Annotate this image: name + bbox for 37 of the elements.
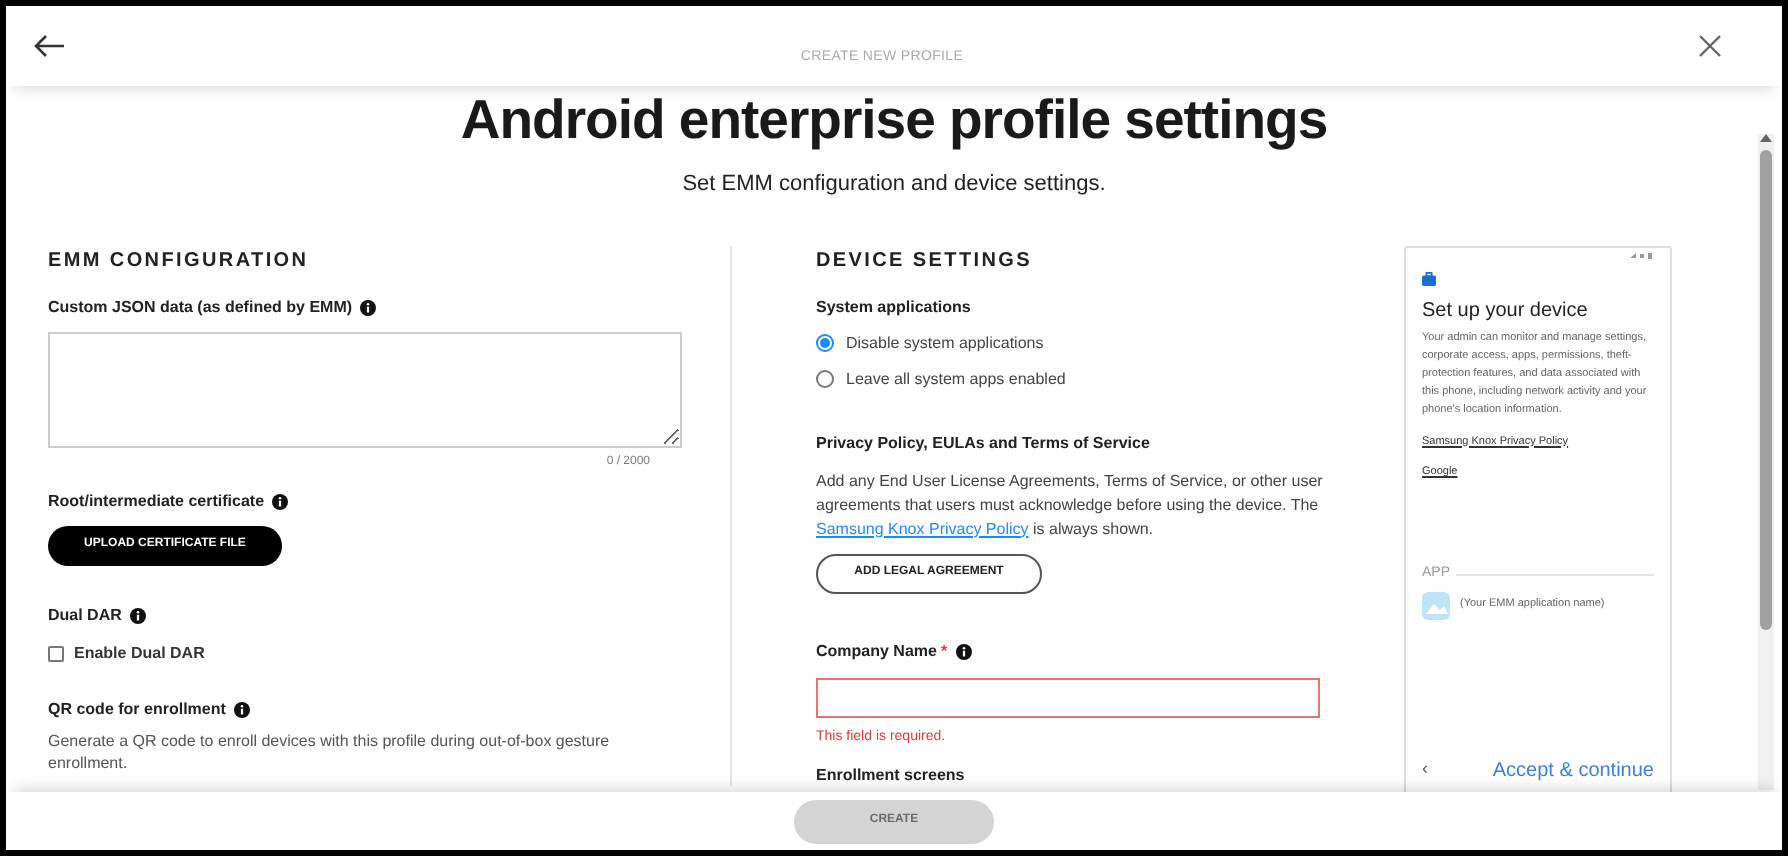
section-heading: DEVICE SETTINGS [816, 247, 1035, 275]
field-label: Privacy Policy, EULAs and Terms of Service [816, 431, 1152, 455]
status-bar-icons [1630, 251, 1654, 259]
info-icon [129, 607, 146, 623]
scroll-up-arrow-icon[interactable] [1760, 134, 1772, 142]
checkbox-label: Enable Dual DAR [74, 641, 205, 665]
checkbox[interactable] [48, 645, 64, 661]
field-label: Company Name * [816, 639, 1412, 663]
info-icon [360, 299, 377, 315]
back-chevron[interactable]: ‹ [1422, 756, 1428, 784]
section-heading: EMM CONFIGURATION [48, 247, 311, 275]
field-label: QR code for enrollment [48, 697, 682, 721]
radio-label: Leave all system apps enabled [846, 367, 1066, 391]
close-icon[interactable] [1697, 34, 1722, 58]
scrollbar[interactable] [1758, 134, 1774, 790]
info-icon [955, 643, 972, 659]
preview-title: Set up your device [1422, 297, 1590, 325]
radio-button[interactable] [816, 370, 834, 388]
radio-label: Disable system applications [846, 331, 1044, 355]
page-title: Android enterprise profile settings [460, 86, 1328, 154]
info-icon [272, 493, 289, 509]
field-label: Custom JSON data (as defined by EMM) [48, 295, 682, 319]
qr-code-description: Generate a QR code to enroll devices with this profile during out-of-box gesture enrollment. [48, 729, 612, 773]
field-label: System applications [816, 295, 973, 319]
field-label: Dual DAR [48, 603, 682, 627]
image-icon [1422, 591, 1450, 619]
info-icon [233, 701, 250, 717]
accept-continue-link[interactable]: Accept & continue [1492, 755, 1654, 785]
company-name-field[interactable] [816, 677, 1320, 717]
radio-button[interactable] [816, 334, 834, 352]
page-subtitle: Set EMM configuration and device settings. [682, 170, 1106, 200]
privacy-description: Add any End User License Agreements, Terms of Service, or other user agreements that users must acknowledge before using the device. The Samsung Knox Privacy Policy is always shown. [816, 469, 1325, 541]
required-mark: * [940, 639, 948, 663]
back-arrow-icon[interactable] [34, 34, 66, 58]
field-label: Root/intermediate certificate [48, 489, 682, 513]
field-label: Enrollment screens [816, 764, 965, 788]
briefcase-icon [1422, 271, 1436, 285]
